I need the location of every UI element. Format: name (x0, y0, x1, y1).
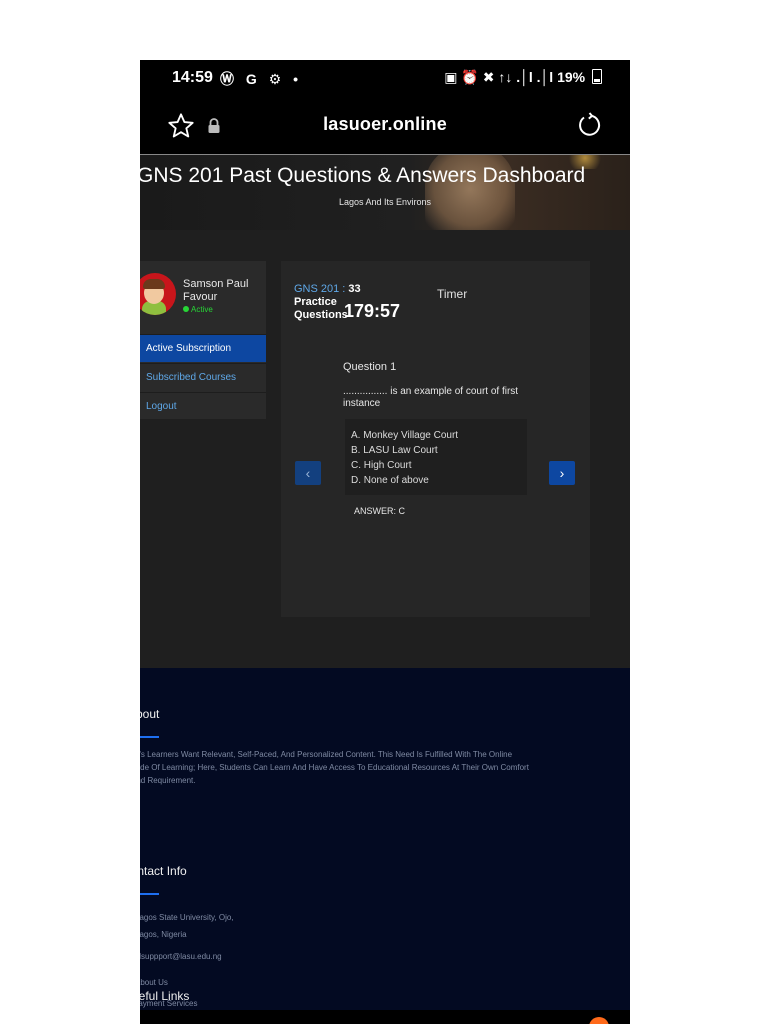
status-label: Active (191, 305, 213, 314)
sidebar: Samson Paul Favour Active Active Subscri… (140, 261, 266, 419)
hero-banner: GNS 201 Past Questions & Answers Dashboa… (140, 155, 630, 230)
page-subtitle: Lagos And Its Environs (338, 197, 432, 207)
avatar (140, 273, 176, 315)
status-badge: Active (183, 305, 213, 314)
quiz-card: GNS 201 : 33 Practice Questions Timer 17… (281, 261, 590, 617)
course-header: GNS 201 : 33 (294, 283, 361, 295)
phone-screen: 14:59 Ⓦ G ⚙ • ▣ ⏰ ✖ ↑↓ .│l .│l 19% lasuo… (140, 60, 630, 1024)
notification-icons: Ⓦ G ⚙ • (220, 71, 303, 87)
status-bar: 14:59 Ⓦ G ⚙ • ▣ ⏰ ✖ ↑↓ .│l .│l 19% (140, 60, 630, 98)
sidebar-item-logout[interactable]: Logout (140, 392, 266, 420)
battery-level: 19% (557, 69, 586, 85)
question-title: Question 1 (343, 361, 397, 373)
option-b[interactable]: B. LASU Law Court (351, 443, 527, 458)
address-bar-url[interactable]: lasuoer.online (140, 114, 630, 135)
system-indicators: ▣ ⏰ ✖ ↑↓ .│l .│l 19% (444, 69, 602, 86)
footer-link-payment-services[interactable]: Payment Services (140, 997, 197, 1010)
browser-toolbar: lasuoer.online (140, 98, 630, 155)
site-footer: About Today's Learners Want Relevant, Se… (140, 668, 630, 1024)
footer-link-about-us[interactable]: About Us (140, 976, 168, 989)
reload-icon[interactable] (576, 112, 602, 138)
options-list: A. Monkey Village Court B. LASU Law Cour… (345, 419, 527, 495)
status-time: 14:59 (172, 69, 213, 86)
question-count: 33 (348, 283, 361, 295)
page-title: GNS 201 Past Questions & Answers Dashboa… (140, 164, 586, 187)
user-profile: Samson Paul Favour Active (140, 261, 266, 333)
about-heading: About (140, 707, 160, 721)
answer-text: ANSWER: C (354, 506, 406, 516)
about-text-line-1: Today's Learners Want Relevant, Self-Pac… (140, 750, 513, 759)
sidebar-item-active-subscription[interactable]: Active Subscription (140, 334, 266, 362)
about-text-line-3: And Requirement. (140, 776, 196, 785)
option-c[interactable]: C. High Court (351, 458, 527, 473)
bottom-bar (140, 1010, 630, 1024)
question-text: ................ is an example of court … (343, 386, 519, 409)
timer-value: 179:57 (344, 301, 401, 321)
option-d[interactable]: D. None of above (351, 473, 527, 488)
online-dot-icon (183, 306, 189, 312)
contact-heading: Contact Info (140, 864, 187, 878)
contact-email[interactable]: Emailsuppport@lasu.edu.ng (140, 950, 222, 963)
heading-underline (140, 736, 159, 738)
next-question-button[interactable]: › (549, 461, 575, 485)
battery-icon (592, 69, 602, 84)
contact-address-line-1: Lagos State University, Ojo, (140, 913, 234, 922)
system-icons: ▣ ⏰ ✖ ↑↓ .│l .│l (444, 69, 554, 85)
option-a[interactable]: A. Monkey Village Court (351, 428, 527, 443)
timer-label: Timer (437, 287, 468, 301)
contact-address-line-2: Lagos, Nigeria (140, 930, 187, 939)
practice-label: Practice Questions (294, 296, 348, 321)
user-name: Samson Paul Favour (183, 278, 249, 303)
previous-question-button[interactable]: ‹ (295, 461, 321, 485)
heading-underline (140, 893, 159, 895)
sidebar-item-subscribed-courses[interactable]: Subscribed Courses (140, 363, 266, 391)
chevron-left-icon: ‹ (305, 465, 311, 481)
chevron-right-icon: › (559, 465, 565, 481)
about-text-line-2: Mode Of Learning; Here, Students Can Lea… (140, 763, 529, 772)
course-code: GNS 201 : (294, 283, 346, 295)
